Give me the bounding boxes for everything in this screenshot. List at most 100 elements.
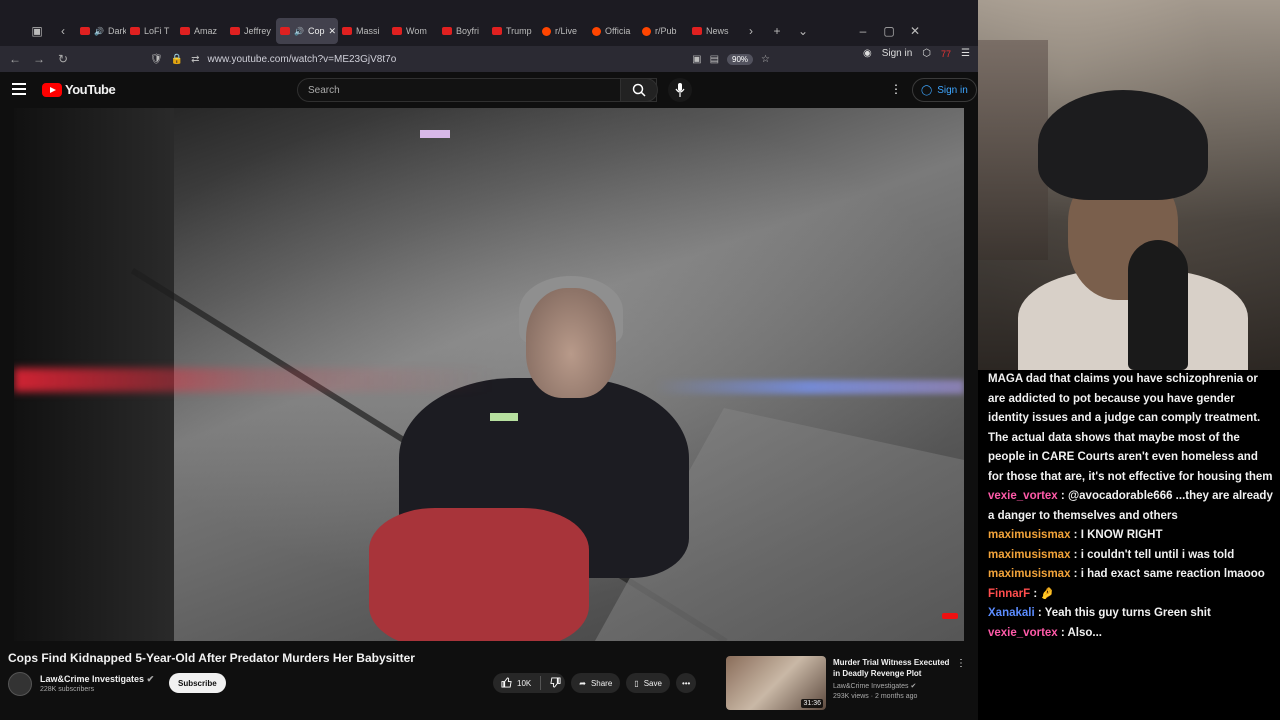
tab-list-chevron-icon[interactable]: ⌄ <box>790 18 816 44</box>
share-button[interactable]: ➦ Share <box>571 673 621 693</box>
channel-avatar[interactable] <box>8 672 32 696</box>
channel-watermark-icon[interactable] <box>942 613 958 619</box>
titlebar <box>0 0 978 16</box>
tab[interactable]: News <box>688 18 738 44</box>
settings-kebab-icon[interactable]: ⋮ <box>890 82 902 96</box>
like-count[interactable]: 10K <box>517 679 531 688</box>
bookmark-icon: ▯ <box>634 678 639 688</box>
ublock-icon[interactable]: 77 <box>941 49 951 59</box>
voice-search-button[interactable] <box>668 78 692 102</box>
bookmark-star-icon[interactable]: ☆ <box>761 54 770 65</box>
back-icon[interactable]: ← <box>3 47 27 71</box>
dislike-button[interactable] <box>550 676 561 690</box>
chat-separator: : <box>1057 490 1068 502</box>
permissions-icon[interactable]: ⇄ <box>191 54 199 65</box>
tab[interactable]: r/Live <box>538 18 588 44</box>
url-text[interactable]: www.youtube.com/watch?v=ME23GjV8t7o <box>208 54 397 65</box>
chat-text: i couldn't tell until i was told <box>1080 548 1235 561</box>
tab[interactable]: Trump <box>488 18 538 44</box>
subscriber-count: 228K subscribers <box>40 686 95 693</box>
navigation-bar: ← → ↻ 🛡 🔒 ⇄ www.youtube.com/watch?v=ME23… <box>0 46 978 72</box>
forward-icon[interactable]: → <box>27 47 51 71</box>
youtube-favicon-icon <box>692 27 702 35</box>
minimize-icon[interactable]: – <box>850 18 876 44</box>
account-icon[interactable]: ◉ <box>863 48 872 59</box>
youtube-favicon-icon <box>492 27 502 35</box>
tab[interactable]: r/Pub <box>638 18 688 44</box>
tab-active[interactable]: 🔊 Cop ✕ <box>276 18 338 44</box>
tab[interactable]: LoFi T <box>126 18 176 44</box>
new-tab-icon[interactable]: + <box>764 18 790 44</box>
chat-message-list: vexie_vortex : @avocadorable666 ...they … <box>988 487 1276 643</box>
menu-icon[interactable]: ☰ <box>961 48 970 59</box>
youtube-favicon-icon <box>280 27 290 35</box>
youtube-favicon-icon <box>392 27 402 35</box>
youtube-signin-button[interactable]: ◯ Sign in <box>912 78 977 102</box>
related-video-channel[interactable]: Law&Crime Investigates ✔ <box>833 682 916 690</box>
tab-label: News <box>706 26 729 36</box>
reader-view-icon[interactable]: ▤ <box>710 54 719 65</box>
toolbar-right: ◉ Sign in ⬡ 77 ☰ <box>863 48 970 59</box>
subscribe-button[interactable]: Subscribe <box>169 673 226 693</box>
related-video-menu-icon[interactable]: ⋮ <box>956 658 966 669</box>
chat-message: Xanakali : Yeah this guy turns Green shi… <box>988 604 1276 624</box>
like-button[interactable] <box>501 676 512 690</box>
tab[interactable]: 🔊Dark S <box>76 18 126 44</box>
webcam-overlay <box>978 0 1280 370</box>
picture-in-picture-icon[interactable]: ▣ <box>692 54 701 65</box>
tab[interactable]: Officia <box>588 18 638 44</box>
lock-icon[interactable]: 🔒 <box>171 54 183 65</box>
zoom-level[interactable]: 90% <box>727 53 754 65</box>
chat-username[interactable]: vexie_vortex <box>988 627 1058 639</box>
reload-icon[interactable]: ↻ <box>51 47 75 71</box>
speaker-icon: 🔊 <box>94 26 104 36</box>
browser-window: ▣ ‹ 🔊Dark S LoFi T Amaz Jeffrey 🔊Cop✕ Ma… <box>0 0 978 720</box>
more-actions-button[interactable]: ••• <box>675 673 697 693</box>
tab-label: Trump <box>506 26 532 36</box>
tab-overview-icon[interactable]: ▣ <box>24 18 50 44</box>
chat-username[interactable]: Xanakali <box>988 607 1035 619</box>
tab-label: Dark S <box>107 26 126 36</box>
related-video-item[interactable]: 31:36 Murder Trial Witness Executed in D… <box>726 656 976 710</box>
chat-username[interactable]: maximusismax <box>988 568 1070 580</box>
tab-scroll-left-icon[interactable]: ‹ <box>50 18 76 44</box>
search-button[interactable] <box>620 78 658 102</box>
chat-text: Yeah this guy turns Green shit <box>1044 607 1211 619</box>
webcam-microphone <box>1128 240 1188 370</box>
extensions-icon[interactable]: ⬡ <box>922 48 931 59</box>
chat-username[interactable]: FinnarF <box>988 588 1030 600</box>
related-video-thumbnail[interactable]: 31:36 <box>726 656 826 710</box>
tab[interactable]: Massi <box>338 18 388 44</box>
youtube-header: YouTube Search ⋮ ◯ Sign in <box>0 72 978 108</box>
channel-name[interactable]: Law&Crime Investigates ✔ <box>40 674 154 685</box>
chat-username[interactable]: vexie_vortex <box>988 490 1058 502</box>
youtube-logo[interactable]: YouTube <box>42 82 116 97</box>
address-bar[interactable]: 🛡 🔒 ⇄ www.youtube.com/watch?v=ME23GjV8t7… <box>150 48 770 70</box>
youtube-favicon-icon <box>442 27 452 35</box>
video-player[interactable] <box>14 108 964 641</box>
microphone-icon <box>675 83 685 97</box>
search-input[interactable]: Search <box>297 78 657 102</box>
tab[interactable]: Boyfri <box>438 18 488 44</box>
close-tab-icon[interactable]: ✕ <box>328 26 336 37</box>
video-frame-person-pants <box>369 508 589 641</box>
shield-icon[interactable]: 🛡 <box>150 54 163 65</box>
chat-separator: : <box>1030 587 1041 600</box>
video-glitch-artifact <box>490 413 518 421</box>
tab[interactable]: Amaz <box>176 18 226 44</box>
guide-menu-icon[interactable] <box>12 83 26 95</box>
chat-message: FinnarF : 🤌 <box>988 585 1276 605</box>
youtube-favicon-icon <box>230 27 240 35</box>
chat-username[interactable]: maximusismax <box>988 529 1070 541</box>
related-video-title[interactable]: Murder Trial Witness Executed in Deadly … <box>833 657 957 679</box>
chat-username[interactable]: maximusismax <box>988 549 1070 561</box>
browser-signin-button[interactable]: Sign in <box>882 48 913 59</box>
tab[interactable]: Jeffrey <box>226 18 276 44</box>
tab-scroll-right-icon[interactable]: › <box>738 18 764 44</box>
save-button[interactable]: ▯ Save <box>626 673 670 693</box>
tab[interactable]: Wom <box>388 18 438 44</box>
maximize-icon[interactable]: ▢ <box>876 18 902 44</box>
close-window-icon[interactable]: ✕ <box>902 18 928 44</box>
tab-label: Officia <box>605 26 631 36</box>
tab-label: Jeffrey <box>244 26 271 36</box>
